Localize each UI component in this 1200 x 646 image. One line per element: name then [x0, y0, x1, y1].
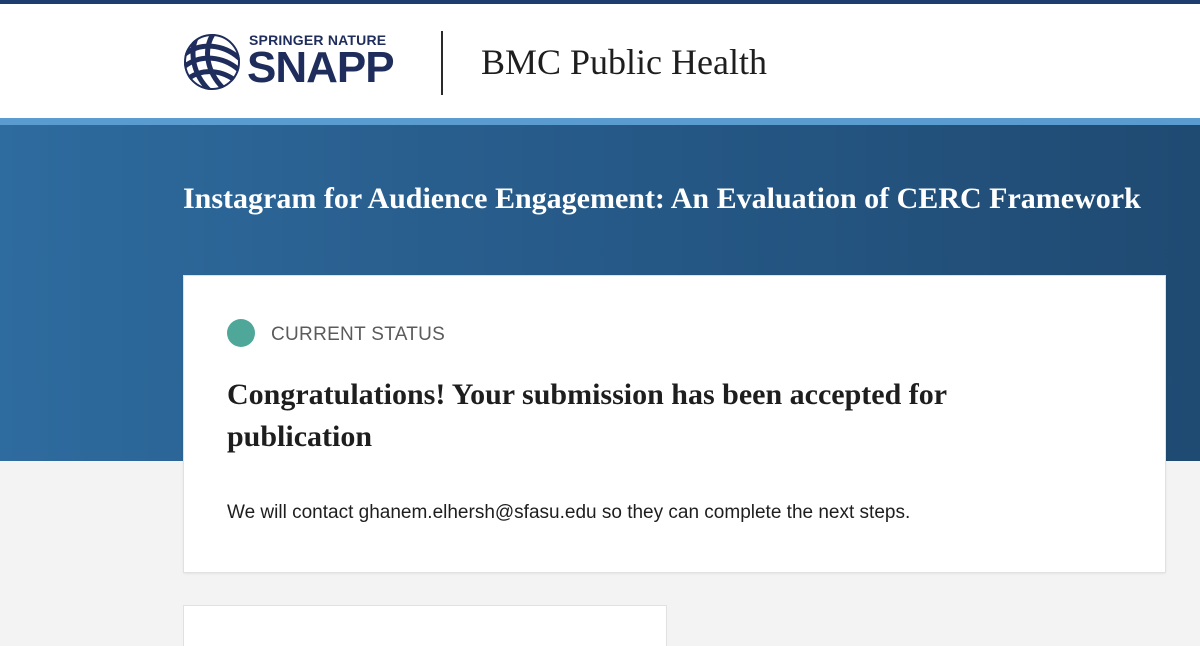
status-card: CURRENT STATUS Congratulations! Your sub… [184, 276, 1165, 572]
site-header: SPRINGER NATURE SNAPP BMC Public Health [0, 4, 1200, 118]
status-dot-icon [227, 319, 255, 347]
status-label: CURRENT STATUS [271, 324, 446, 345]
manuscript-title: Instagram for Audience Engagement: An Ev… [183, 182, 1141, 215]
journal-name[interactable]: BMC Public Health [481, 41, 767, 83]
brand-name: SNAPP [247, 43, 395, 92]
snapp-logo[interactable]: SPRINGER NATURE SNAPP [183, 30, 403, 98]
status-message: We will contact ghanem.elhersh@sfasu.edu… [227, 502, 911, 523]
header-divider [441, 31, 443, 95]
snapp-globe-icon [184, 34, 240, 90]
banner-accent-bar [0, 118, 1200, 125]
next-card [184, 606, 666, 646]
status-heading: Congratulations! Your submission has bee… [227, 378, 947, 453]
